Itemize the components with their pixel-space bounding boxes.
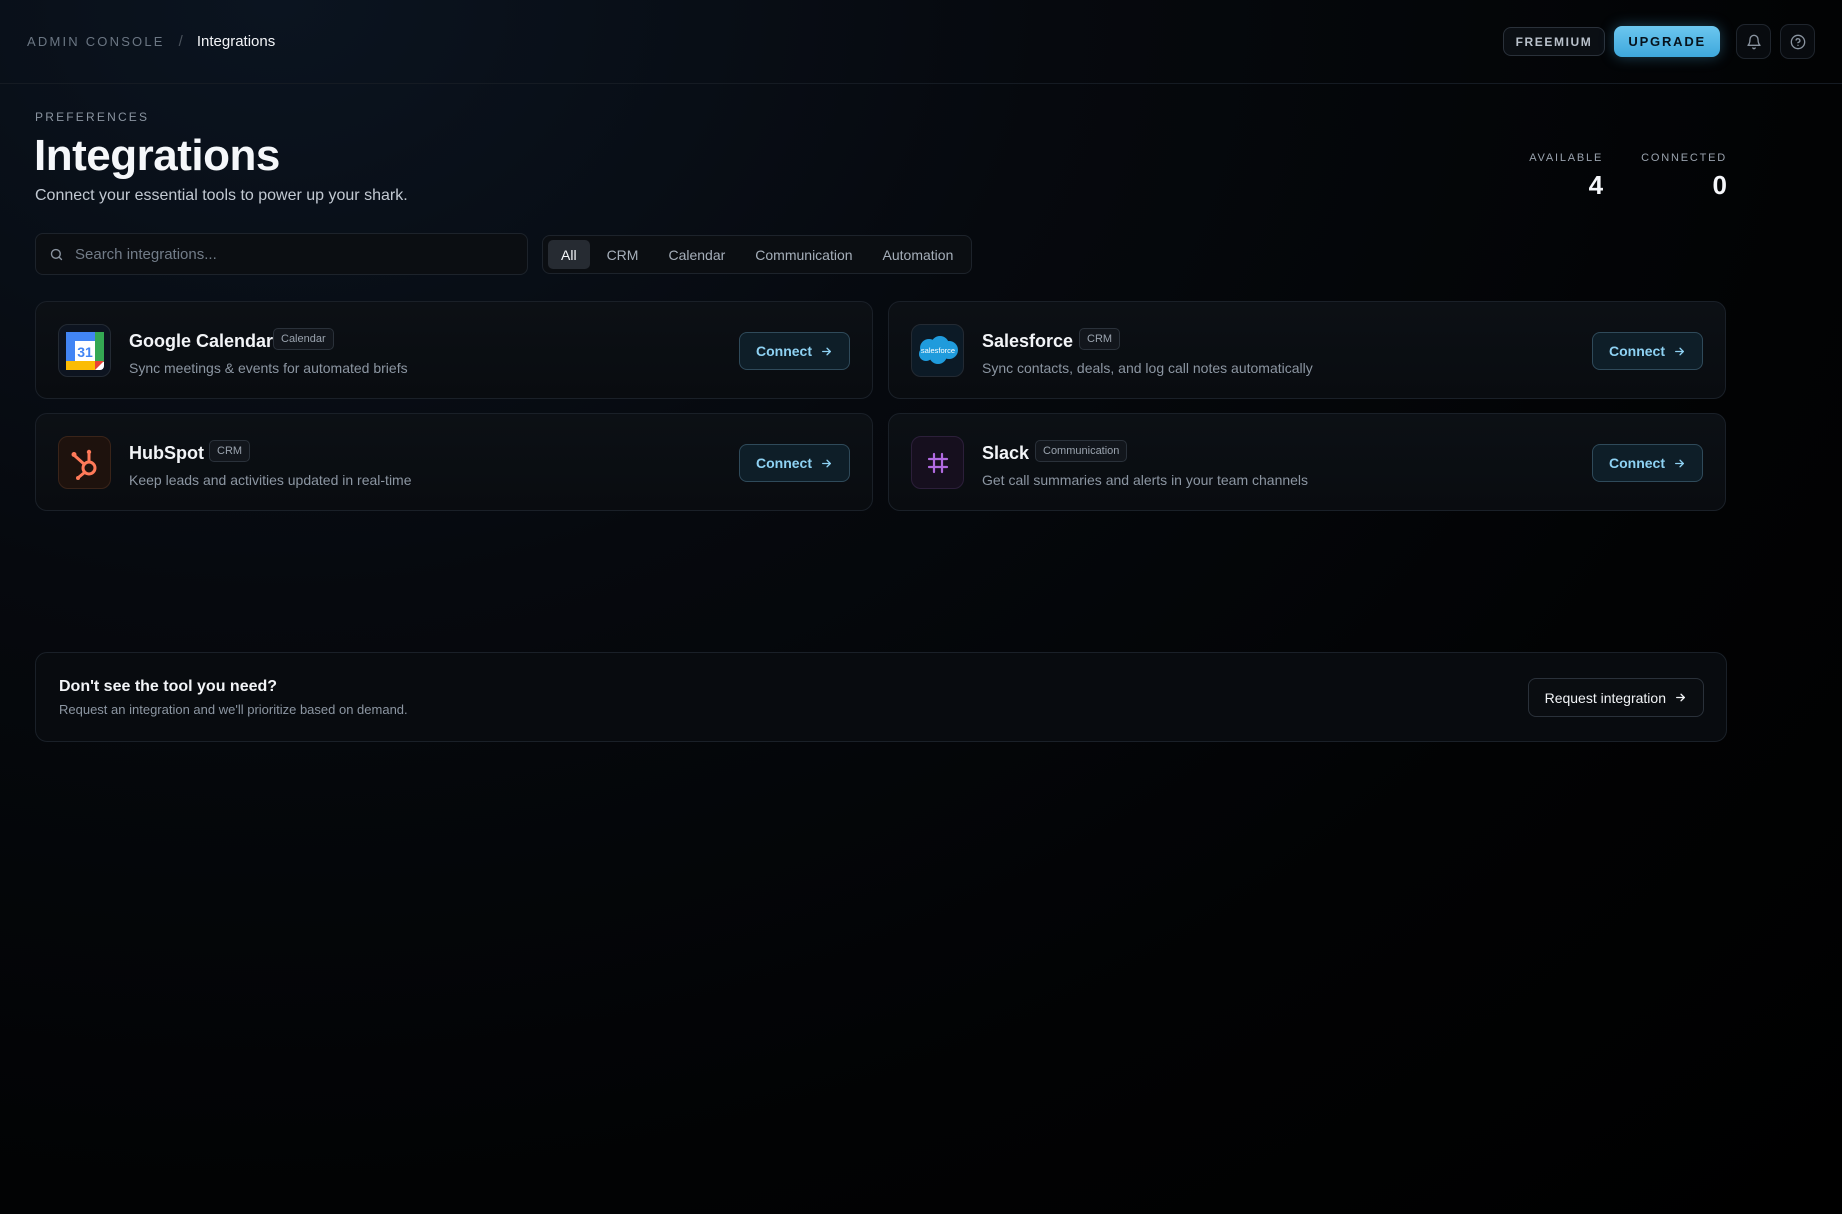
- upgrade-button[interactable]: UPGRADE: [1614, 26, 1720, 57]
- integration-name: Salesforce: [982, 331, 1074, 351]
- stat-label: CONNECTED: [1641, 152, 1727, 164]
- help-button[interactable]: [1780, 24, 1815, 59]
- filter-crm[interactable]: CRM: [594, 240, 652, 269]
- connect-button-salesforce[interactable]: Connect: [1592, 332, 1703, 370]
- request-integration-panel: Don't see the tool you need? Request an …: [35, 652, 1727, 742]
- connect-label: Connect: [1609, 343, 1665, 359]
- integration-card-google-calendar: 31 Google Calendar Calendar Sync meeting…: [35, 301, 873, 399]
- top-bar: ADMIN CONSOLE / Integrations FREEMIUM UP…: [0, 0, 1842, 84]
- category-filters: All CRM Calendar Communication Automatio…: [542, 235, 973, 274]
- connect-label: Connect: [756, 343, 812, 359]
- bell-icon: [1746, 34, 1761, 49]
- request-title: Don't see the tool you need?: [59, 678, 278, 695]
- integration-description: Sync contacts, deals, and log call notes…: [982, 360, 1313, 376]
- integration-card-salesforce: salesforce Salesforce CRM Sync contacts,…: [888, 301, 1726, 399]
- stat-connected: CONNECTED 0: [1641, 152, 1727, 201]
- filter-calendar[interactable]: Calendar: [655, 240, 738, 269]
- arrow-right-icon: [822, 347, 831, 355]
- arrow-right-icon: [822, 459, 831, 467]
- connect-label: Connect: [756, 455, 812, 471]
- connect-button-hubspot[interactable]: Connect: [739, 444, 850, 482]
- filter-communication[interactable]: Communication: [742, 240, 865, 269]
- plan-badge: FREEMIUM: [1502, 27, 1606, 56]
- filter-automation[interactable]: Automation: [870, 240, 967, 269]
- google-calendar-icon: 31: [58, 324, 111, 377]
- integration-description: Get call summaries and alerts in your te…: [982, 472, 1309, 488]
- notifications-button[interactable]: [1736, 24, 1771, 59]
- request-label: Request integration: [1544, 689, 1666, 706]
- integration-name: Google Calendar: [129, 331, 274, 351]
- stats: AVAILABLE 4 CONNECTED 0: [1529, 152, 1727, 201]
- breadcrumb-root[interactable]: ADMIN CONSOLE: [27, 34, 165, 49]
- salesforce-logo-text: salesforce: [920, 346, 954, 355]
- breadcrumb-current: Integrations: [196, 33, 276, 50]
- slack-icon: [911, 436, 964, 489]
- arrow-right-icon: [1675, 459, 1684, 467]
- integration-card-slack: Slack Communication Get call summaries a…: [888, 413, 1726, 511]
- connect-button-slack[interactable]: Connect: [1592, 444, 1703, 482]
- integration-tag: CRM: [1079, 328, 1121, 350]
- integration-description: Keep leads and activities updated in rea…: [129, 472, 412, 488]
- connect-label: Connect: [1609, 455, 1665, 471]
- page-eyebrow: PREFERENCES: [35, 110, 150, 124]
- filter-all[interactable]: All: [548, 240, 590, 269]
- integration-name: Slack: [982, 443, 1030, 463]
- help-circle-icon: [1790, 34, 1805, 49]
- stat-label: AVAILABLE: [1529, 152, 1604, 164]
- arrow-right-icon: [1675, 347, 1684, 355]
- breadcrumb: ADMIN CONSOLE / Integrations: [27, 33, 275, 50]
- integration-tag: Communication: [1035, 440, 1128, 462]
- integration-name: HubSpot: [129, 443, 204, 463]
- calendar-day-number: 31: [77, 344, 93, 360]
- breadcrumb-separator: /: [178, 33, 183, 50]
- page-title: Integrations: [34, 131, 280, 180]
- integration-description: Sync meetings & events for automated bri…: [129, 360, 408, 376]
- request-integration-button[interactable]: Request integration: [1527, 678, 1704, 717]
- connect-button-google-calendar[interactable]: Connect: [739, 332, 850, 370]
- page-subtitle: Connect your essential tools to power up…: [35, 187, 408, 204]
- search-box[interactable]: [35, 233, 528, 275]
- integration-tag: CRM: [209, 440, 251, 462]
- integration-card-hubspot: HubSpot CRM Keep leads and activities up…: [35, 413, 873, 511]
- search-icon: [50, 248, 63, 260]
- hubspot-icon: [58, 436, 111, 489]
- stat-value: 0: [1712, 170, 1727, 200]
- request-subtitle: Request an integration and we'll priorit…: [59, 702, 408, 717]
- search-input[interactable]: [75, 245, 495, 263]
- arrow-right-icon: [1676, 693, 1685, 702]
- salesforce-icon: salesforce: [911, 324, 964, 377]
- integration-tag: Calendar: [273, 328, 334, 350]
- stat-value: 4: [1588, 170, 1604, 200]
- stat-available: AVAILABLE 4: [1529, 152, 1603, 201]
- top-actions: FREEMIUM UPGRADE: [1502, 24, 1815, 59]
